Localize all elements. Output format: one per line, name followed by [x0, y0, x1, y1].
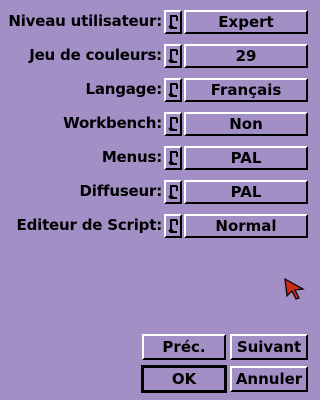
workbench-label: Workbench: — [63, 114, 162, 132]
user-level-label: Niveau utilisateur: — [8, 12, 162, 30]
color-set-label: Jeu de couleurs: — [29, 46, 162, 64]
setting-row-menus: Menus: PAL — [0, 144, 320, 170]
cycle-icon[interactable] — [164, 10, 182, 34]
setting-row-broadcaster: Diffuseur: PAL — [0, 178, 320, 204]
setting-row-color-set: Jeu de couleurs: 29 — [0, 42, 320, 68]
setting-row-script-editor: Editeur de Script: Normal — [0, 212, 320, 238]
cycle-icon[interactable] — [164, 180, 182, 204]
cycle-icon[interactable] — [164, 146, 182, 170]
broadcaster-label: Diffuseur: — [79, 182, 163, 200]
cycle-icon[interactable] — [164, 44, 182, 68]
menus-value[interactable]: PAL — [184, 146, 308, 170]
cycle-icon[interactable] — [164, 78, 182, 102]
language-label: Langage: — [85, 80, 162, 98]
broadcaster-value[interactable]: PAL — [184, 180, 308, 204]
menus-label: Menus: — [101, 148, 162, 166]
next-button[interactable]: Suivant — [230, 334, 308, 360]
cancel-button[interactable]: Annuler — [230, 366, 308, 392]
cycle-icon[interactable] — [164, 112, 182, 136]
ok-button[interactable]: OK — [141, 365, 227, 393]
language-value[interactable]: Français — [184, 78, 308, 102]
script-editor-value[interactable]: Normal — [184, 214, 308, 238]
setting-row-language: Langage: Français — [0, 76, 320, 102]
previous-button[interactable]: Préc. — [142, 334, 226, 360]
workbench-value[interactable]: Non — [184, 112, 308, 136]
script-editor-label: Editeur de Script: — [16, 216, 163, 234]
mouse-pointer-icon — [284, 278, 305, 300]
user-level-value[interactable]: Expert — [184, 10, 308, 34]
setting-row-workbench: Workbench: Non — [0, 110, 320, 136]
cycle-icon[interactable] — [164, 214, 182, 238]
color-set-value[interactable]: 29 — [184, 44, 308, 68]
setting-row-user-level: Niveau utilisateur: Expert — [0, 8, 320, 34]
